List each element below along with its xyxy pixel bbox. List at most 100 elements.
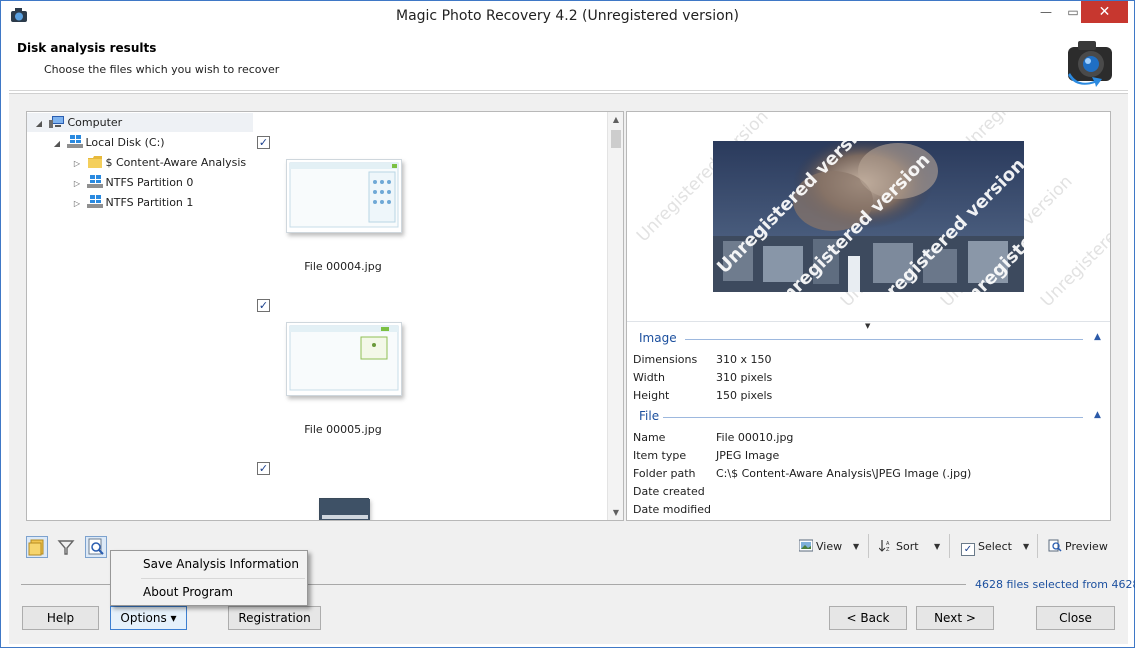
thumbnail-image[interactable] [319,498,370,520]
preview-photo: Unregistered version Unregistered versio… [713,141,1024,292]
image-section-title: Image [639,331,677,345]
tree-item-computer[interactable]: ◢ Computer [27,113,253,132]
tree-item-label: Local Disk (C:) [85,136,165,149]
preview-label: Preview [1065,540,1108,553]
prop-value: JPEG Image [716,449,780,462]
collapse-section-icon[interactable]: ▲ [1094,332,1101,342]
folder-view-button[interactable] [26,536,48,558]
splitter-arrow-icon[interactable]: ▼ [865,322,870,330]
app-window: Magic Photo Recovery 4.2 (Unregistered v… [0,0,1135,648]
section-divider [663,417,1083,418]
close-window-button[interactable]: ✕ [1081,1,1128,23]
tree-collapsed-icon[interactable]: ▷ [71,194,83,213]
page-title: Disk analysis results [17,41,157,55]
menu-item-about[interactable]: About Program [143,585,233,599]
prop-value: 310 pixels [716,371,773,384]
collapse-section-icon[interactable]: ▲ [1094,410,1101,420]
toolbar-separator [949,534,950,558]
prop-key: Folder path [633,467,696,480]
scroll-down-icon[interactable]: ▼ [608,508,623,517]
prop-value: File 00010.jpg [716,431,794,444]
prop-key: Name [633,431,666,444]
view-label: View [816,540,843,553]
sort-button[interactable]: A Z Sort [879,534,919,560]
tree-item-ntfs-1[interactable]: ▷ NTFS Partition 1 [71,193,193,212]
image-preview: Unregistered version Unregistered versio… [627,112,1110,322]
tree-collapsed-icon[interactable]: ▷ [71,154,83,173]
browser-window-thumbnail [289,325,399,391]
prop-value: 150 pixels [716,389,773,402]
thumbnail-checkbox[interactable]: ✓ [257,136,270,149]
preview-icon [1048,539,1062,552]
minimize-button[interactable]: — [1031,1,1061,23]
menu-separator [141,578,305,579]
window-title: Magic Photo Recovery 4.2 (Unregistered v… [396,8,739,24]
view-icon [799,539,813,552]
page-subtitle: Choose the files which you wish to recov… [44,63,280,76]
prop-key: Width [633,371,665,384]
computer-icon [48,116,64,128]
prop-key: Date created [633,485,705,498]
section-divider [685,339,1083,340]
sort-label: Sort [896,540,919,553]
tree-item-label: NTFS Partition 0 [105,176,194,189]
preview-button[interactable]: Preview [1048,534,1108,560]
prop-value: 310 x 150 [716,353,772,366]
softpedia-thumbnail [320,499,370,520]
folders-icon [28,539,44,556]
tree-item-ntfs-0[interactable]: ▷ NTFS Partition 0 [71,173,193,192]
help-button[interactable]: Help [22,606,99,630]
title-bar: Magic Photo Recovery 4.2 (Unregistered v… [1,1,1134,32]
next-button[interactable]: Next > [916,606,994,630]
partition-icon [86,175,103,188]
sort-dropdown-icon[interactable]: ▼ [934,534,940,560]
menu-item-save-analysis[interactable]: Save Analysis Information [143,557,299,571]
partition-icon [86,195,103,208]
back-button[interactable]: < Back [829,606,907,630]
thumbnail-checkbox[interactable]: ✓ [257,299,270,312]
options-menu: Save Analysis Information About Program [110,550,308,606]
thumbnail-filename: File 00005.jpg [304,423,382,436]
toolbar-separator [1037,534,1038,558]
thumbnail-filename: File 00004.jpg [304,260,382,273]
windows-drive-icon [66,135,83,148]
tree-expand-icon[interactable]: ◢ [51,134,63,153]
select-checkbox-icon: ✓ [961,543,975,556]
thumbnail-scrollbar[interactable]: ▲ ▼ [607,112,623,520]
view-dropdown-icon[interactable]: ▼ [853,534,859,560]
select-dropdown-icon[interactable]: ▼ [1023,534,1029,560]
camera-recovery-logo-icon [1068,41,1112,87]
toolbar-separator [868,534,869,558]
prop-key: Item type [633,449,687,462]
file-section-title: File [639,409,660,423]
tree-collapsed-icon[interactable]: ▷ [71,174,83,193]
wizard-header: Disk analysis results Choose the files w… [9,33,1128,91]
sort-icon: AZ [879,540,890,552]
prop-key: Dimensions [633,353,698,366]
tree-item-label: NTFS Partition 1 [105,196,194,209]
folder-tree: ◢ Computer ◢ Local Disk (C:) ▷ $ Content… [26,111,254,521]
tree-expand-icon[interactable]: ◢ [33,114,45,133]
thumbnail-checkbox[interactable]: ✓ [257,462,270,475]
options-button[interactable]: Options ▾ [110,606,187,630]
tree-item-local-disk[interactable]: ◢ Local Disk (C:) [51,133,165,152]
tree-item-content-aware[interactable]: ▷ $ Content-Aware Analysis [71,153,246,172]
prop-key: Date modified [633,503,711,516]
browser-window-thumbnail [289,162,399,228]
view-button[interactable]: View [799,534,842,560]
preview-panel: Unregistered version Unregistered versio… [626,111,1111,521]
selection-status: 4628 files selected from 4628 [975,578,1135,591]
scroll-up-icon[interactable]: ▲ [608,115,623,124]
registration-button[interactable]: Registration [228,606,321,630]
filter-icon [57,540,75,555]
search-view-button[interactable] [85,536,107,558]
thumbnail-image[interactable] [286,159,402,233]
scrollbar-thumb[interactable] [611,130,621,148]
search-file-icon [88,538,104,555]
filter-button[interactable] [55,536,77,558]
close-button[interactable]: Close [1036,606,1115,630]
prop-key: Height [633,389,670,402]
thumbnail-image[interactable] [286,322,402,396]
select-button[interactable]: ✓ Select [961,534,1012,560]
thumbnail-list[interactable]: ✓ File 00004.jpg ✓ File 00005.jpg ✓ ▲ ▼ [253,111,624,521]
